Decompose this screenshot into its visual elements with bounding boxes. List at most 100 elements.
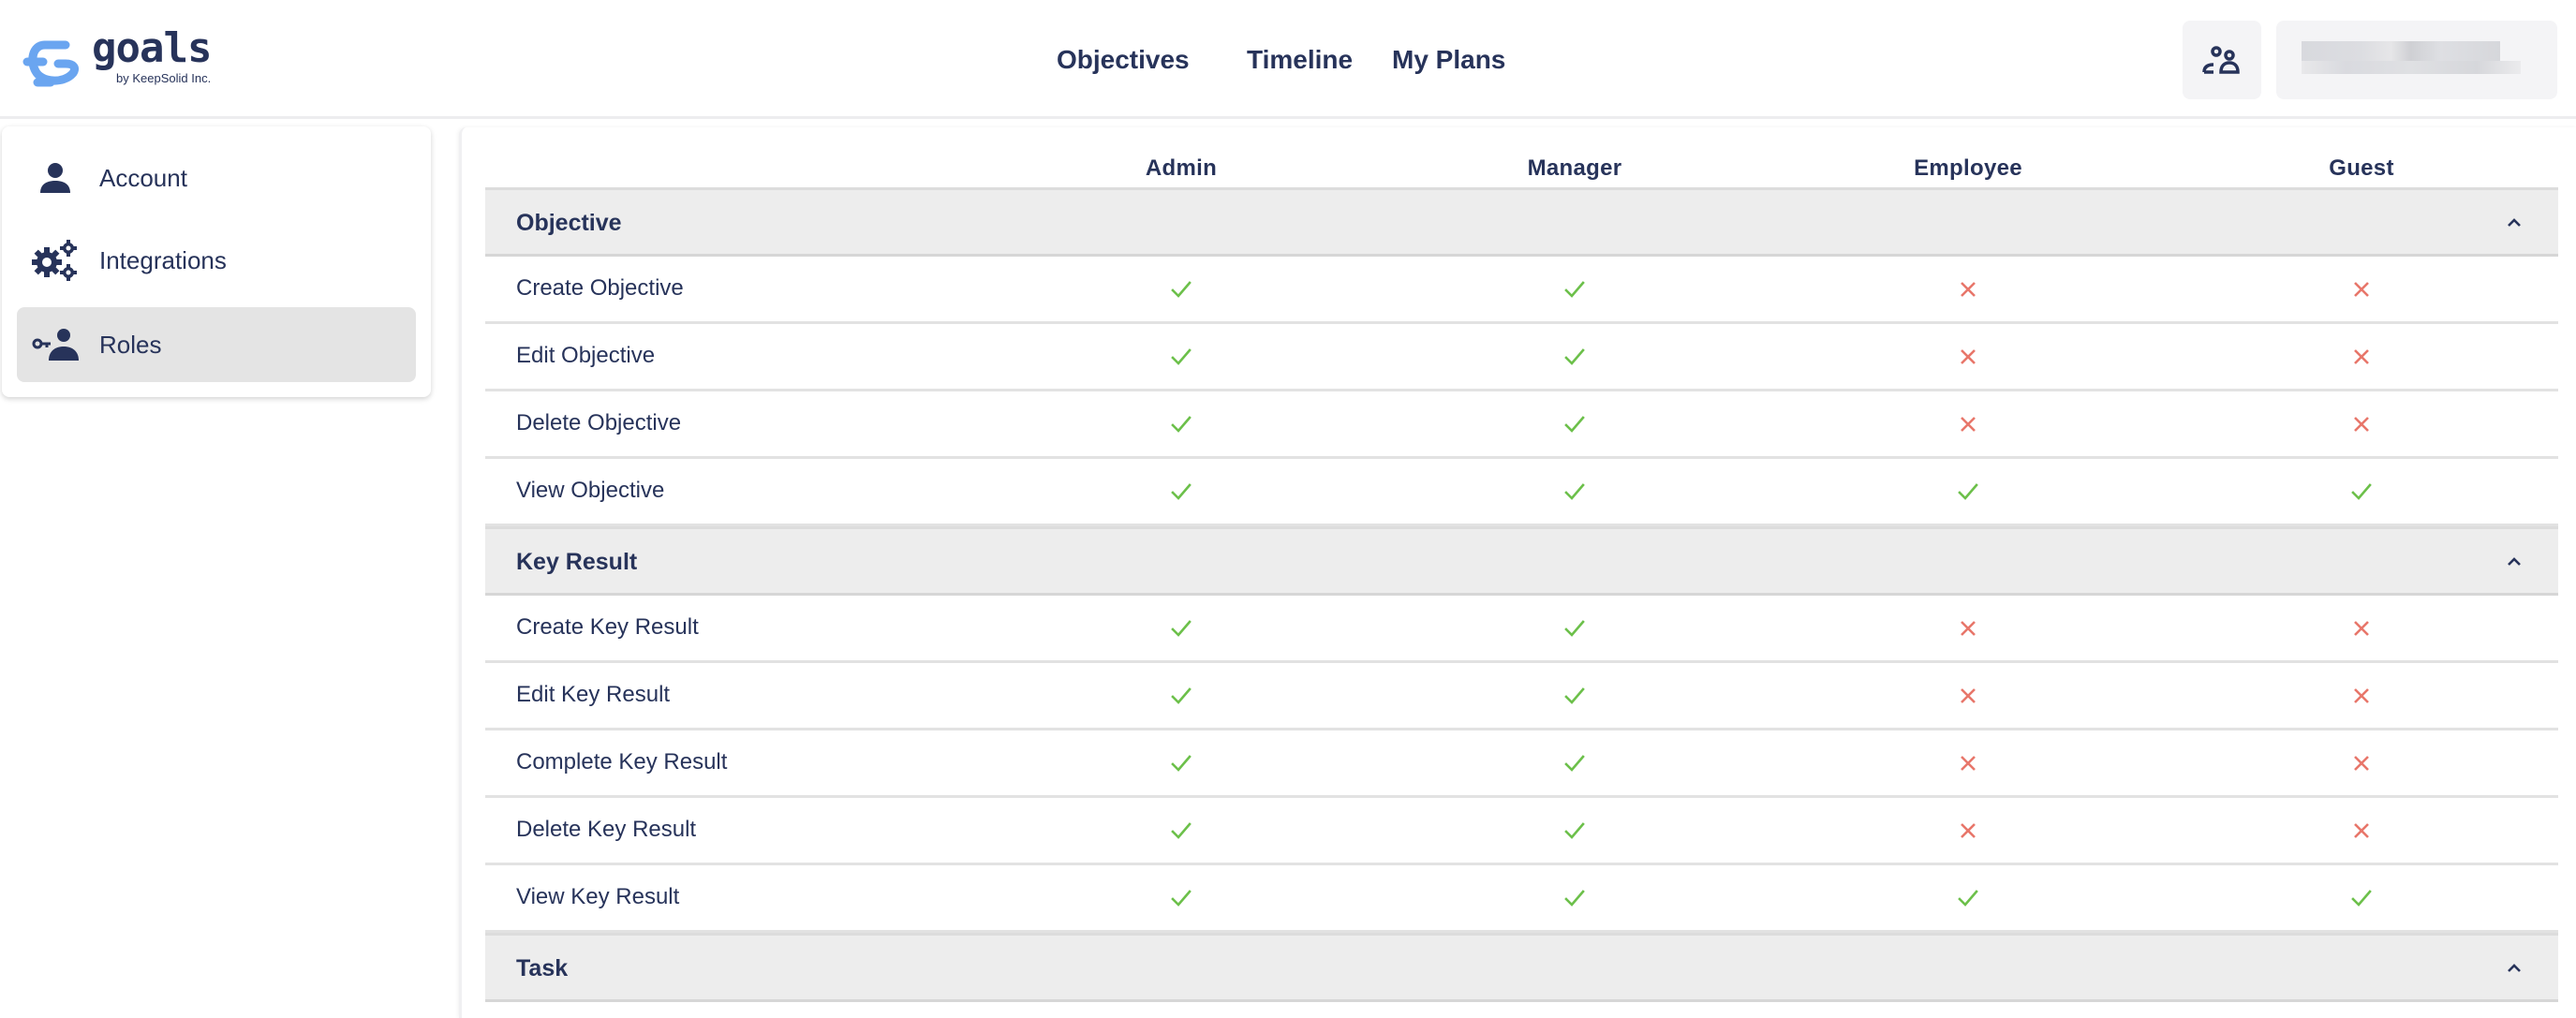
permission-cell-guest — [2165, 459, 2558, 524]
group-title: Objective — [516, 210, 622, 236]
roles-panel: Admin Manager Employee Guest Objective Cr… — [459, 127, 2576, 1018]
check-icon — [1956, 886, 1980, 910]
check-icon — [2349, 479, 2374, 504]
permission-cell-admin — [985, 730, 1378, 795]
users-icon — [2202, 46, 2240, 74]
nav-timeline[interactable]: Timeline — [1247, 41, 1353, 79]
group-title: Task — [516, 955, 569, 981]
nav-my-plans[interactable]: My Plans — [1392, 41, 1505, 79]
permission-name: Edit Key Result — [516, 682, 671, 707]
permission-cell-manager — [1378, 324, 1771, 389]
sidebar-item-roles[interactable]: Roles — [17, 307, 416, 382]
permission-row: Complete Key Result — [485, 730, 2558, 798]
permission-cell-manager — [1378, 459, 1771, 524]
permission-name: View Key Result — [516, 884, 680, 909]
permission-cell-admin — [985, 798, 1378, 863]
check-icon — [1562, 616, 1587, 641]
permission-cell-admin — [985, 324, 1378, 389]
column-header-manager: Manager — [1527, 155, 1622, 181]
check-icon — [1169, 751, 1193, 775]
key-person-icon — [32, 323, 79, 366]
permission-cell-manager — [1378, 663, 1771, 728]
cross-icon — [1956, 345, 1980, 369]
column-header-employee: Employee — [1914, 155, 2022, 181]
chevron-up-icon[interactable] — [2504, 552, 2524, 572]
permission-name: Delete Key Result — [516, 817, 697, 842]
top-header: goals by KeepSolid Inc. Objectives Timel… — [0, 0, 2576, 119]
permission-cell-employee — [1771, 663, 2165, 728]
goals-logo[interactable]: goals by KeepSolid Inc. — [22, 24, 247, 92]
roles-permissions-table: Admin Manager Employee Guest Objective Cr… — [485, 127, 2558, 1002]
cross-icon — [2349, 412, 2374, 436]
permission-cell-guest — [2165, 324, 2558, 389]
check-icon — [1169, 412, 1193, 436]
sidebar-item-integrations[interactable]: Integrations — [17, 223, 416, 298]
check-icon — [1169, 277, 1193, 302]
check-icon — [1562, 751, 1587, 775]
brand-name: goals — [92, 24, 212, 72]
permission-cell-employee — [1771, 459, 2165, 524]
permission-cell-employee — [1771, 391, 2165, 456]
cross-icon — [1956, 751, 1980, 775]
chevron-up-icon[interactable] — [2504, 213, 2524, 233]
permission-cell-employee — [1771, 257, 2165, 321]
sidebar-item-label: Account — [99, 163, 187, 192]
cross-icon — [2349, 819, 2374, 843]
permission-cell-employee — [1771, 324, 2165, 389]
check-icon — [1956, 479, 1980, 504]
table-header: Admin Manager Employee Guest — [485, 127, 2558, 187]
permission-cell-admin — [985, 391, 1378, 456]
check-icon — [1562, 886, 1587, 910]
permission-cell-guest — [2165, 391, 2558, 456]
permission-cell-employee — [1771, 865, 2165, 930]
chevron-up-icon[interactable] — [2504, 958, 2524, 979]
check-icon — [1562, 277, 1587, 302]
gears-icon — [32, 239, 79, 282]
person-icon — [32, 156, 79, 199]
cross-icon — [2349, 277, 2374, 302]
permission-cell-manager — [1378, 391, 1771, 456]
cross-icon — [1956, 616, 1980, 641]
nav-objectives[interactable]: Objectives — [1057, 41, 1190, 79]
permission-cell-manager — [1378, 798, 1771, 863]
permission-cell-admin — [985, 459, 1378, 524]
check-icon — [1562, 345, 1587, 369]
group-row-objective[interactable]: Objective — [485, 187, 2558, 257]
permission-name: Complete Key Result — [516, 749, 728, 775]
sidebar-item-label: Roles — [99, 330, 162, 359]
permission-cell-guest — [2165, 798, 2558, 863]
permission-cell-manager — [1378, 596, 1771, 660]
goals-logo-mark-icon — [22, 40, 80, 87]
check-icon — [2349, 886, 2374, 910]
sidebar-item-account[interactable]: Account — [17, 140, 416, 215]
check-icon — [1169, 616, 1193, 641]
column-header-admin: Admin — [1145, 155, 1218, 181]
permission-cell-manager — [1378, 865, 1771, 930]
check-icon — [1562, 819, 1587, 843]
check-icon — [1562, 684, 1587, 708]
permission-cell-admin — [985, 257, 1378, 321]
permission-cell-admin — [985, 865, 1378, 930]
permission-row: Edit Key Result — [485, 663, 2558, 730]
permission-cell-guest — [2165, 730, 2558, 795]
permission-name: Create Objective — [516, 275, 684, 301]
check-icon — [1169, 479, 1193, 504]
group-row-key-result[interactable]: Key Result — [485, 526, 2558, 596]
group-row-task[interactable]: Task — [485, 933, 2558, 1002]
permission-cell-guest — [2165, 865, 2558, 930]
cross-icon — [1956, 819, 1980, 843]
cross-icon — [2349, 684, 2374, 708]
check-icon — [1169, 819, 1193, 843]
cross-icon — [1956, 684, 1980, 708]
team-members-button[interactable] — [2183, 21, 2261, 99]
permission-cell-guest — [2165, 596, 2558, 660]
redacted-account-name — [2302, 41, 2500, 62]
permission-cell-manager — [1378, 730, 1771, 795]
check-icon — [1169, 684, 1193, 708]
permission-row: Edit Objective — [485, 324, 2558, 391]
cross-icon — [2349, 751, 2374, 775]
check-icon — [1562, 412, 1587, 436]
permission-name: View Objective — [516, 478, 665, 503]
column-header-guest: Guest — [2329, 155, 2394, 181]
account-menu-button[interactable] — [2276, 21, 2557, 99]
